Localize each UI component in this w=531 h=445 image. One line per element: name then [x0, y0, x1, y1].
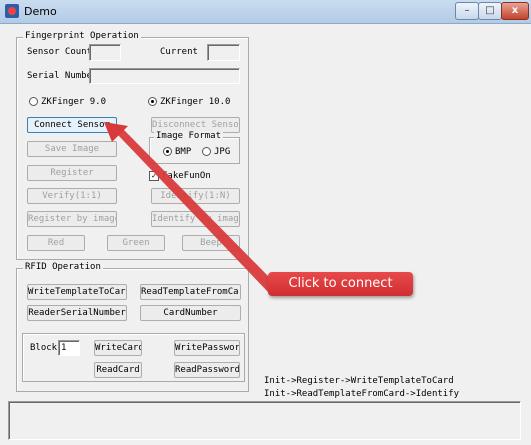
- click-to-connect-callout: Click to connect: [268, 272, 413, 296]
- arrow-shaft: [112, 128, 268, 292]
- annotation-arrow: [104, 122, 268, 292]
